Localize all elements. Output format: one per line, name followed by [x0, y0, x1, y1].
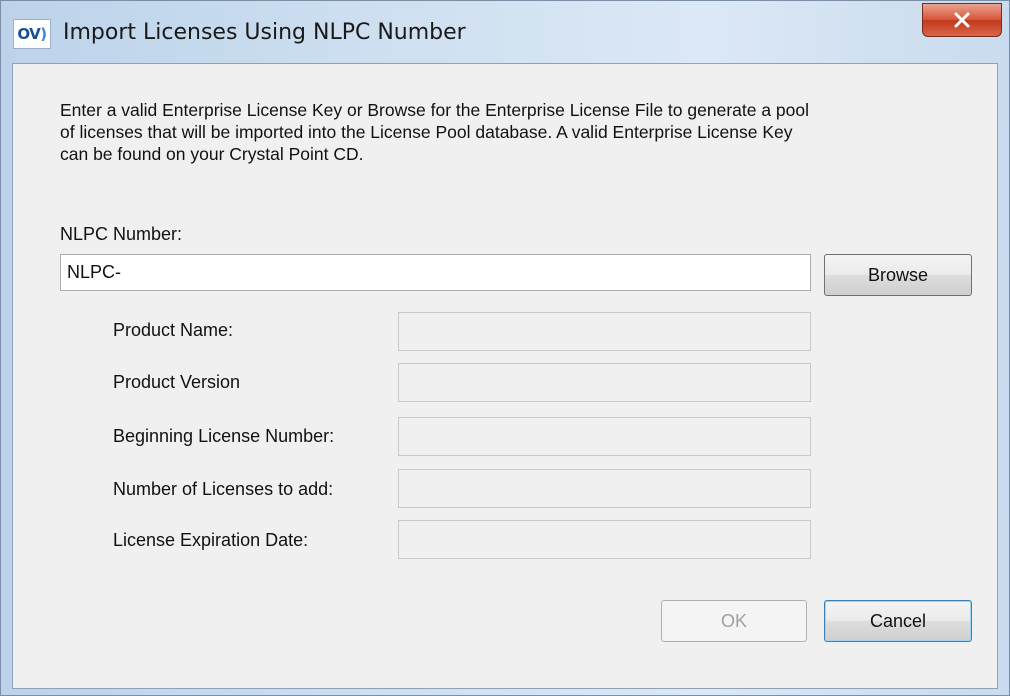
dialog-window: OV) Import Licenses Using NLPC Number En… — [0, 0, 1010, 696]
close-button[interactable] — [922, 3, 1002, 37]
browse-button[interactable]: Browse — [824, 254, 972, 296]
beginning-license-number-label: Beginning License Number: — [113, 426, 335, 446]
instructions-line: can be found on your Crystal Point CD. — [60, 144, 364, 164]
license-expiration-date-label: License Expiration Date: — [113, 530, 309, 550]
dialog-content: Enter a valid Enterprise License Key or … — [12, 63, 998, 689]
nlpc-number-input[interactable] — [60, 254, 811, 291]
product-version-field — [398, 363, 811, 402]
instructions-text: Enter a valid Enterprise License Key or … — [60, 99, 960, 165]
product-version-label: Product Version — [113, 372, 241, 392]
instructions-line: of licenses that will be imported into t… — [60, 122, 793, 142]
license-expiration-date-field — [398, 520, 811, 559]
ok-button[interactable]: OK — [661, 600, 807, 642]
window-title: Import Licenses Using NLPC Number — [63, 20, 466, 45]
product-name-field — [398, 312, 811, 351]
nlpc-number-label: NLPC Number: — [60, 224, 183, 244]
cancel-button[interactable]: Cancel — [824, 600, 972, 642]
app-logo: OV) — [13, 19, 51, 49]
beginning-license-number-field — [398, 417, 811, 456]
number-of-licenses-label: Number of Licenses to add: — [113, 479, 334, 499]
app-logo-text: OV — [17, 25, 41, 43]
title-bar[interactable]: OV) Import Licenses Using NLPC Number — [1, 1, 1010, 63]
number-of-licenses-field — [398, 469, 811, 508]
app-logo-mark: ) — [40, 25, 47, 43]
instructions-line: Enter a valid Enterprise License Key or … — [60, 100, 810, 120]
close-icon — [954, 12, 970, 28]
product-name-label: Product Name: — [113, 320, 234, 340]
